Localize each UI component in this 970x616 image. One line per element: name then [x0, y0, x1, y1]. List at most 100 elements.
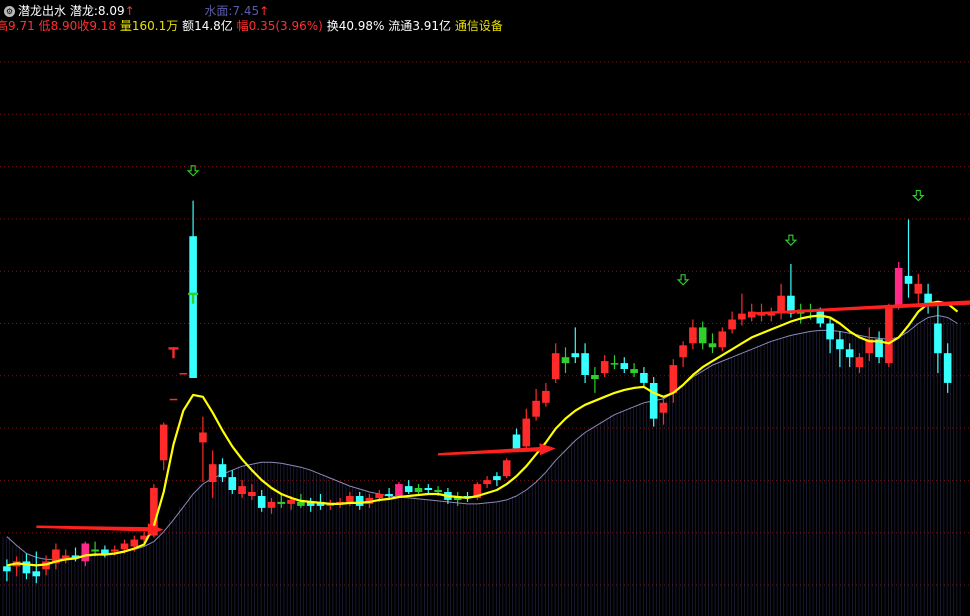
candle-body: [395, 484, 403, 496]
candle-body: [649, 383, 658, 419]
quote-bar: 高9.71 低8.90收9.18 量160.1万 额14.8亿 幅0.35(3.…: [0, 19, 503, 33]
high-label: 高: [0, 19, 9, 33]
candle-body: [914, 283, 923, 294]
candle-body: [189, 236, 197, 378]
shuimian-label: 水面:: [204, 4, 233, 18]
buy-arrow-icon: [911, 190, 925, 202]
candle-body: [816, 311, 825, 324]
float-label: 流通: [388, 19, 413, 33]
candle-body: [610, 363, 619, 365]
signal-t-stem: [172, 347, 175, 359]
turnover-value: 40.98%: [338, 19, 385, 33]
candle-body: [297, 501, 305, 506]
candle-body: [101, 549, 109, 554]
candle-body: [512, 434, 521, 449]
candle-body: [32, 571, 41, 577]
candle-body: [287, 499, 295, 504]
change-value: 0.35(3.96%): [248, 19, 323, 33]
candle-body: [424, 488, 433, 490]
qianlong-arrow-icon: ↑: [124, 4, 135, 18]
low-label: 低: [38, 19, 51, 33]
candle-body: [277, 501, 286, 504]
kline-chart[interactable]: [0, 0, 970, 616]
candle-body: [3, 566, 11, 572]
candle-body: [375, 494, 384, 498]
candle-body: [179, 373, 188, 375]
candle-body: [934, 323, 942, 354]
candle-body: [845, 349, 854, 358]
candle-body: [620, 363, 629, 369]
candle-body: [894, 268, 903, 306]
candle-body: [120, 543, 129, 550]
candle-body: [257, 496, 266, 508]
chart-window: ⚙ 潜龙出水 潜龙:8.09↑ 水面:7.45↑ 高9.71 低8.90收9.18…: [0, 0, 970, 616]
candle-body: [355, 496, 364, 506]
candle-body: [600, 361, 609, 373]
candle-body: [169, 398, 178, 401]
candle-body: [385, 494, 393, 496]
candle-body: [855, 357, 864, 368]
volume-label: 量: [119, 19, 132, 33]
candle-body: [248, 492, 256, 496]
indicator-header: ⚙ 潜龙出水 潜龙:8.09↑ 水面:7.45↑: [4, 4, 269, 18]
candle-body: [502, 460, 511, 477]
candle-body: [267, 501, 276, 508]
qianlong-label: 潜龙:: [69, 4, 98, 18]
candle-body: [159, 424, 168, 461]
signal-t-stem: [191, 292, 195, 304]
candle-body: [522, 418, 531, 447]
float-value: 3.91亿: [412, 19, 452, 33]
shuimian-value: 7.45: [232, 4, 260, 18]
candle-body: [943, 353, 952, 383]
amount-label: 额: [182, 19, 195, 33]
candle-body: [346, 496, 354, 502]
candle-body: [532, 400, 540, 417]
shuimian-line: [6, 315, 958, 560]
candle-body: [561, 357, 570, 364]
candle-body: [591, 375, 599, 379]
change-label: 幅: [236, 19, 249, 33]
candle-body: [836, 339, 844, 350]
candle-body: [81, 543, 90, 562]
close-label: 收: [77, 19, 90, 33]
amount-value: 14.8亿: [194, 19, 233, 33]
candle-body: [228, 477, 237, 490]
candle-body: [826, 323, 834, 340]
candle-body: [640, 373, 648, 383]
candle-body: [630, 369, 638, 374]
candle-body: [404, 486, 413, 492]
candle-body: [542, 390, 550, 403]
candle-body: [738, 313, 746, 320]
candle-body: [208, 464, 217, 482]
candle-body: [218, 464, 227, 478]
candle-body: [493, 476, 501, 481]
indicator-name[interactable]: 潜龙出水: [18, 4, 66, 18]
sector-label[interactable]: 通信设备: [455, 19, 503, 33]
candle-body: [689, 327, 697, 344]
candle-body: [414, 488, 423, 492]
candle-body: [728, 319, 736, 330]
candle-body: [483, 480, 491, 485]
candle-body: [551, 353, 560, 379]
candle-body: [110, 549, 119, 552]
candle-body: [91, 549, 99, 552]
candle-body: [238, 486, 246, 494]
low-value: 8.90: [50, 19, 78, 33]
candle-body: [659, 402, 668, 413]
buy-arrow-icon: [676, 274, 690, 286]
candle-body: [708, 343, 717, 348]
high-value: 9.71: [8, 19, 35, 33]
candle-body: [130, 539, 139, 547]
shuimian-arrow-icon: ↑: [259, 4, 270, 18]
candle-body: [669, 365, 678, 393]
turnover-label: 换: [326, 19, 339, 33]
gear-icon[interactable]: ⚙: [4, 6, 15, 17]
candle-body: [581, 353, 589, 375]
close-value: 9.18: [89, 19, 117, 33]
candle-body: [698, 327, 707, 344]
candle-body: [679, 345, 687, 358]
candle-body: [718, 331, 727, 348]
candle-body: [885, 307, 893, 364]
candle-body: [199, 432, 207, 443]
buy-arrow-icon: [784, 234, 798, 246]
